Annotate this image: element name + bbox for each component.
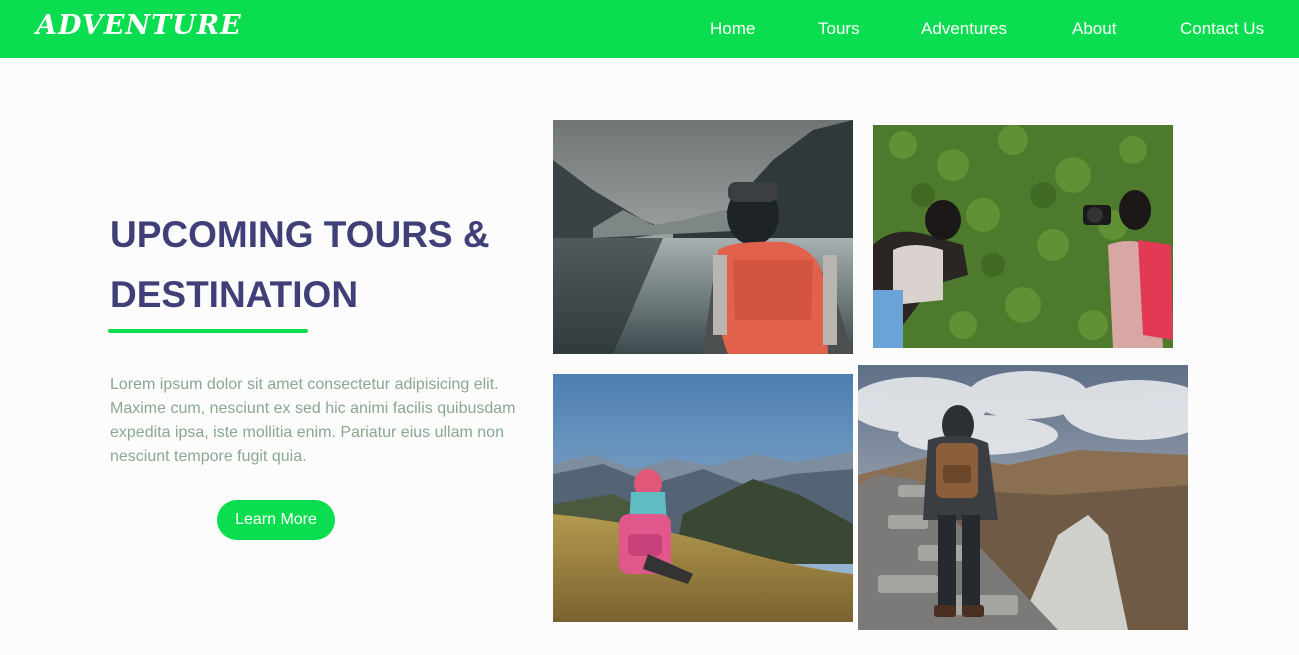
learn-more-button[interactable]: Learn More <box>217 500 335 540</box>
hero-description: Lorem ipsum dolor sit amet consectetur a… <box>110 376 516 465</box>
top-navbar: ADVENTURE Home Tours Adventures About Co… <box>0 0 1299 58</box>
photo-hiker-lake <box>553 120 853 354</box>
nav-link-adventures[interactable]: Adventures <box>921 19 1007 39</box>
hiker-lake-image <box>553 120 853 354</box>
title-underline <box>108 329 308 333</box>
photo-girl-mountain-hill <box>553 374 853 622</box>
site-logo[interactable]: ADVENTURE <box>36 10 242 41</box>
hero-title-line-2: DESTINATION <box>110 274 359 315</box>
ivy-wall-image <box>873 125 1173 348</box>
nav-link-about[interactable]: About <box>1072 19 1116 39</box>
photo-hiker-stone-path <box>858 365 1188 630</box>
hero-title-line-1: UPCOMING TOURS & <box>110 214 490 255</box>
nav-link-home[interactable]: Home <box>710 19 755 39</box>
nav-link-tours[interactable]: Tours <box>818 19 860 39</box>
hero-title: UPCOMING TOURS & DESTINATION <box>110 205 550 325</box>
stone-path-image <box>858 365 1188 630</box>
girl-hill-image <box>553 374 853 622</box>
photo-ivy-wall-photographers <box>873 125 1173 348</box>
nav-link-contact[interactable]: Contact Us <box>1180 19 1264 39</box>
